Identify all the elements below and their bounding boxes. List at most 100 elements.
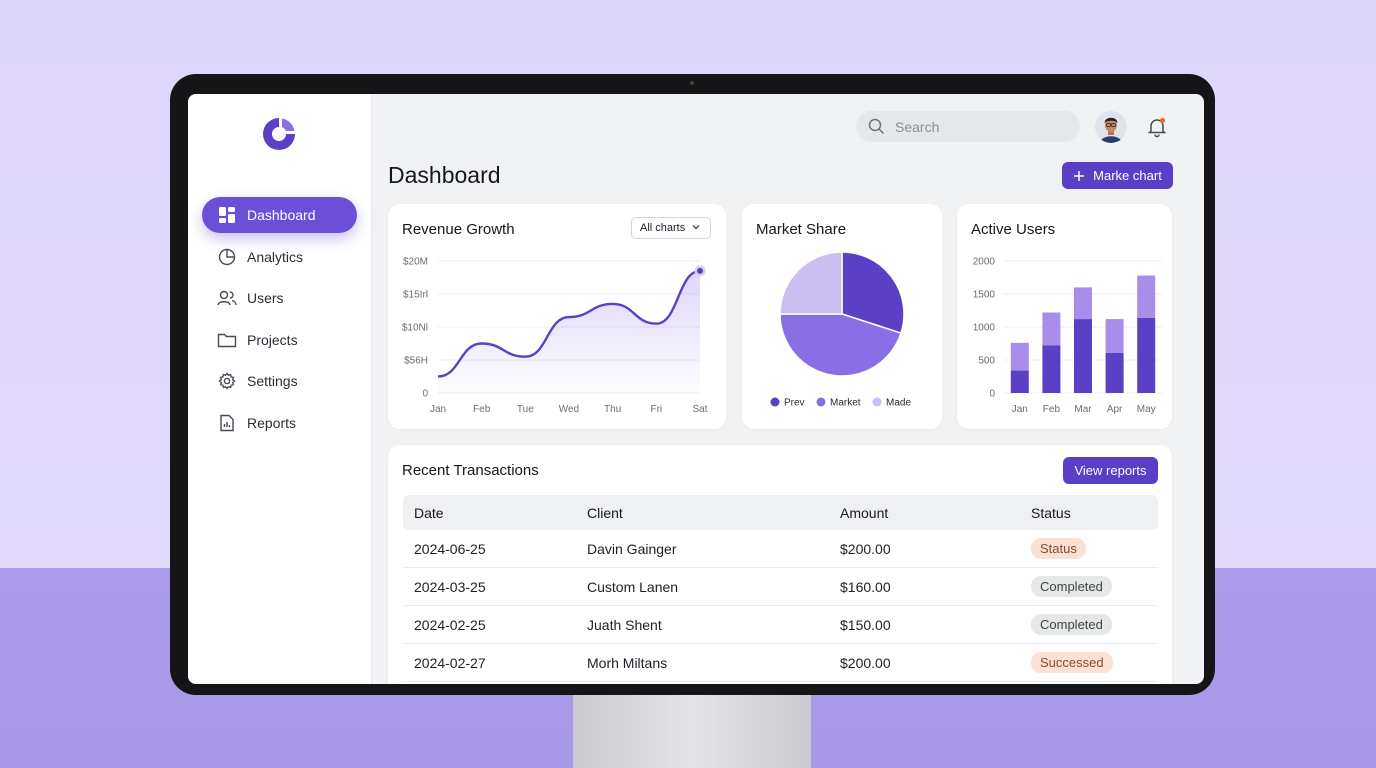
plus-icon bbox=[1074, 170, 1085, 181]
status-badge: Completed bbox=[1031, 576, 1112, 597]
market-share-chart: Prev Market Made bbox=[770, 251, 911, 409]
notification-dot bbox=[1159, 117, 1166, 124]
sidebar-item-label: Projects bbox=[247, 331, 298, 348]
sidebar-item-label: Settings bbox=[247, 373, 298, 389]
area-fill bbox=[438, 270, 700, 393]
avatar[interactable] bbox=[1095, 111, 1127, 143]
sidebar: Dashboard Analytics Users Projects Setti… bbox=[188, 94, 372, 684]
report-icon bbox=[217, 413, 237, 433]
bar bbox=[1074, 287, 1092, 320]
active-users-card: Active Users 2000 1500 1000 500 0 Jan Feb Mar Ap… bbox=[957, 204, 1172, 429]
status-badge: Completed bbox=[1031, 614, 1112, 635]
legend-swatch bbox=[872, 397, 882, 407]
folder-icon bbox=[217, 330, 237, 350]
status-badge: Status bbox=[1031, 538, 1086, 559]
search-bar[interactable] bbox=[856, 111, 1080, 142]
bar bbox=[1137, 275, 1156, 318]
sidebar-nav: Dashboard Analytics Users Projects Setti… bbox=[202, 197, 357, 446]
sidebar-item-label: Reports bbox=[247, 414, 297, 431]
bar bbox=[1105, 352, 1124, 393]
search-input[interactable] bbox=[893, 117, 1067, 136]
card-title: Recent Transactions bbox=[402, 462, 539, 479]
legend-swatch bbox=[770, 397, 780, 407]
table-row[interactable]: 2024-03-25 Custom Lanen $160.00 Complete… bbox=[403, 568, 1158, 606]
search-icon bbox=[868, 118, 885, 135]
bar bbox=[1010, 342, 1029, 371]
x-tick-label: Wed bbox=[559, 404, 579, 415]
transactions-table: Date Client Amount Status 2024-06-25 Dav… bbox=[403, 495, 1158, 682]
view-reports-label: View reports bbox=[1074, 463, 1147, 478]
x-tick-label: Fri bbox=[650, 404, 662, 415]
y-tick-label: $10Nl bbox=[402, 323, 428, 334]
active-users-chart: 2000 1500 1000 500 0 Jan Feb Mar Apr May bbox=[973, 257, 1162, 415]
table-row[interactable]: 2024-02-25 Juath Shent $150.00 Completed bbox=[403, 606, 1158, 644]
dashboard-screen: Dashboard Analytics Users Projects Setti… bbox=[188, 94, 1204, 684]
y-tick-label: 1500 bbox=[973, 290, 996, 301]
x-tick-label: Mar bbox=[1074, 404, 1092, 415]
sidebar-item-label: Dashboard bbox=[247, 207, 316, 223]
x-tick-label: May bbox=[1137, 404, 1156, 415]
analytics-icon bbox=[217, 247, 237, 267]
y-tick-label: 2000 bbox=[973, 257, 996, 268]
legend-swatch bbox=[816, 397, 826, 407]
page-title: Dashboard bbox=[388, 162, 501, 188]
data-point bbox=[697, 267, 703, 274]
table-row[interactable]: 2024-02-27 Morh Miltans $200.00 Successe… bbox=[403, 644, 1158, 682]
cell-date: 2024-06-25 bbox=[414, 540, 486, 557]
x-tick-label: Tue bbox=[517, 404, 534, 415]
y-tick-label: 0 bbox=[989, 389, 995, 400]
y-tick-label: 500 bbox=[978, 356, 995, 367]
legend-label: Prev bbox=[784, 398, 805, 409]
cell-amount: $200.00 bbox=[840, 654, 891, 671]
cell-amount: $200.00 bbox=[840, 540, 891, 557]
column-header-status[interactable]: Status bbox=[1031, 505, 1071, 521]
cell-date: 2024-02-27 bbox=[414, 654, 486, 671]
column-header-client[interactable]: Client bbox=[587, 505, 623, 521]
make-chart-label: Marke chart bbox=[1093, 168, 1162, 183]
cell-client: Morh Miltans bbox=[587, 654, 668, 671]
x-tick-label: Apr bbox=[1107, 404, 1123, 415]
users-icon bbox=[217, 288, 237, 308]
app-logo bbox=[263, 118, 295, 150]
y-tick-label: $20M bbox=[403, 257, 428, 268]
table-header: Date Client Amount Status bbox=[403, 495, 1158, 530]
cell-date: 2024-02-25 bbox=[414, 616, 486, 633]
dashboard-icon bbox=[217, 205, 237, 225]
sidebar-item-reports[interactable]: Reports bbox=[202, 405, 357, 441]
column-header-date[interactable]: Date bbox=[414, 505, 444, 521]
sidebar-item-label: Users bbox=[247, 290, 284, 306]
legend-label: Market bbox=[830, 398, 861, 409]
view-reports-button[interactable]: View reports bbox=[1063, 457, 1158, 484]
revenue-growth-card: Revenue Growth All charts $20M $15Irl $10N… bbox=[388, 204, 726, 429]
y-tick-label: 0 bbox=[422, 389, 428, 400]
bell-icon[interactable] bbox=[1146, 116, 1168, 138]
table-row[interactable]: 2024-06-25 Davin Gainger $200.00 Status bbox=[403, 530, 1158, 568]
bar bbox=[1010, 370, 1029, 393]
camera-dot bbox=[690, 81, 694, 85]
sidebar-item-settings[interactable]: Settings bbox=[202, 363, 357, 399]
sidebar-item-dashboard[interactable]: Dashboard bbox=[202, 197, 357, 233]
x-tick-label: Jan bbox=[430, 404, 446, 415]
y-tick-label: $15Irl bbox=[403, 290, 428, 301]
cell-client: Juath Shent bbox=[587, 616, 662, 633]
bar bbox=[1042, 345, 1061, 393]
x-tick-label: Feb bbox=[473, 404, 491, 415]
bar bbox=[1137, 317, 1156, 393]
y-tick-label: 1000 bbox=[973, 323, 996, 334]
x-tick-label: Sat bbox=[692, 404, 707, 415]
market-share-card: Market Share Prev Market Made bbox=[742, 204, 942, 429]
monitor-stand bbox=[573, 690, 811, 768]
bar bbox=[1042, 312, 1061, 346]
cell-amount: $150.00 bbox=[840, 616, 891, 633]
legend-label: Made bbox=[886, 398, 911, 409]
revenue-chart: $20M $15Irl $10Nl $56H 0Jan Feb Tue Wed Thu Fri Sa… bbox=[402, 257, 708, 416]
sidebar-item-analytics[interactable]: Analytics bbox=[202, 239, 357, 275]
column-header-amount[interactable]: Amount bbox=[840, 505, 888, 521]
cell-date: 2024-03-25 bbox=[414, 578, 486, 595]
make-chart-button[interactable]: Marke chart bbox=[1062, 162, 1173, 189]
cell-client: Davin Gainger bbox=[587, 540, 677, 557]
pie-slice bbox=[779, 251, 843, 315]
sidebar-item-projects[interactable]: Projects bbox=[202, 322, 357, 358]
recent-transactions-card: Recent Transactions View reports Date Cl… bbox=[388, 445, 1172, 684]
sidebar-item-users[interactable]: Users bbox=[202, 280, 357, 316]
